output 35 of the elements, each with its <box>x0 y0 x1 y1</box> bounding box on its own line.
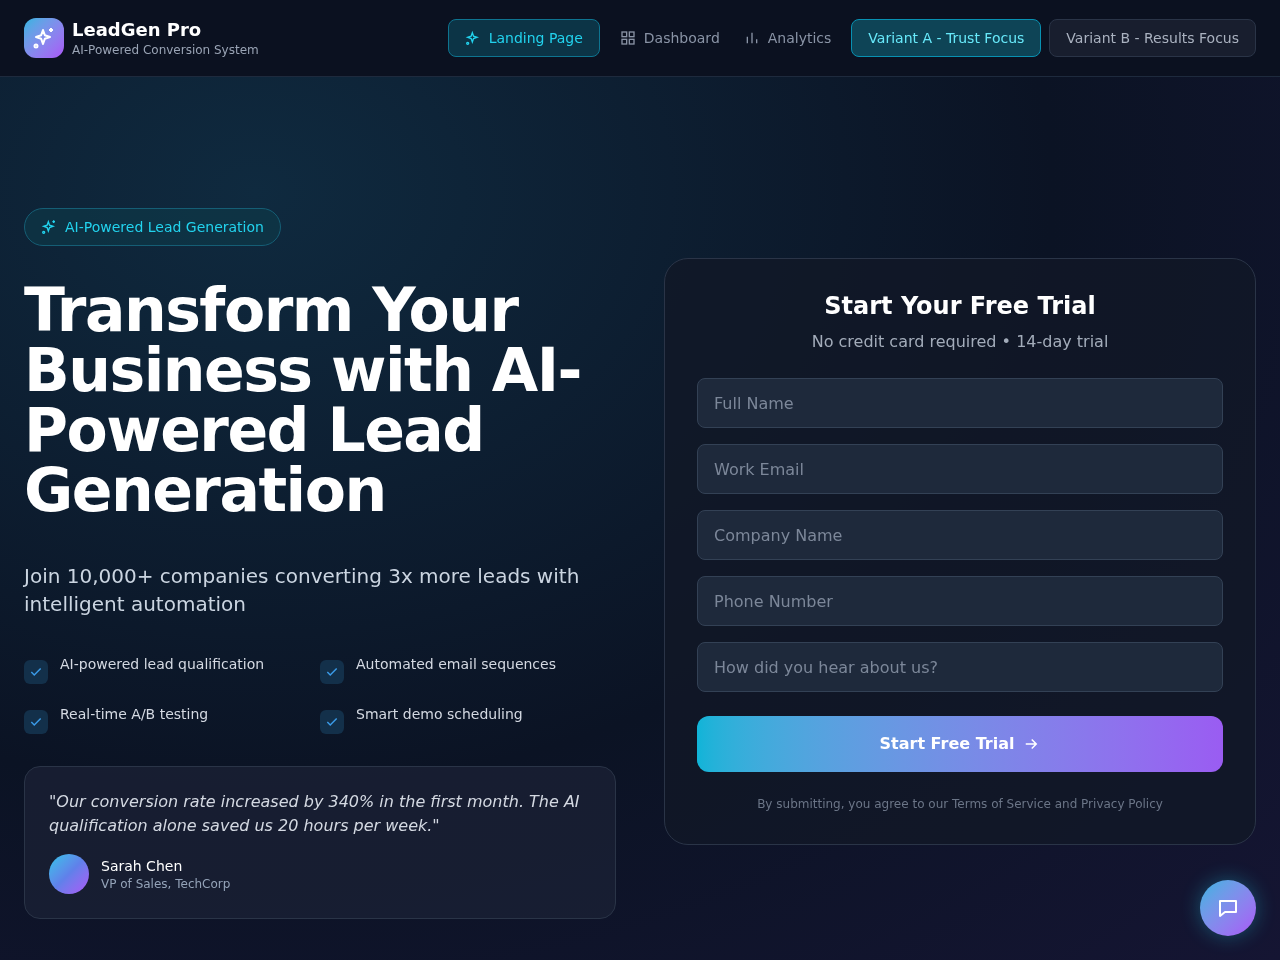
check-icon <box>320 660 344 684</box>
avatar <box>49 854 89 894</box>
feature-text: Automated email sequences <box>356 655 556 674</box>
brand-name: LeadGen Pro <box>72 18 203 42</box>
feature-text: AI-powered lead qualification <box>60 655 265 674</box>
grid-icon <box>619 30 636 46</box>
feature-text: Smart demo scheduling <box>356 705 523 724</box>
hero-title: Transform Your Business with AI-Powered Lead Generation <box>24 280 582 520</box>
testimonial-quote: "Our conversion rate increased by 340% in the first month. The AI qualification alone saved us 20 hours per week." <box>49 791 581 837</box>
check-icon <box>320 710 344 734</box>
author-name: Sarah Chen <box>101 857 184 876</box>
variant-button[interactable]: Variant A - Trust Focus <box>851 19 1042 57</box>
sparkle-icon <box>464 30 481 46</box>
input-field[interactable]: Company Name <box>697 510 1223 560</box>
form-subtitle: No credit card required • 14-day trial <box>810 331 1110 353</box>
input-field[interactable]: Phone Number <box>697 576 1223 626</box>
nav-tab[interactable]: Dashboard <box>615 19 724 57</box>
nav-tab[interactable]: Landing Page <box>447 19 600 57</box>
input-field[interactable]: How did you hear about us? <box>697 642 1223 692</box>
input-field[interactable]: Work Email <box>697 444 1223 494</box>
feature-text: Real-time A/B testing <box>60 705 209 724</box>
form-title: Start Your Free Trial <box>823 291 1097 322</box>
hero-badge: AI-Powered Lead Generation <box>24 208 281 246</box>
input-field[interactable]: Full Name <box>697 378 1223 428</box>
nav-tab[interactable]: Analytics <box>739 19 836 57</box>
sparkle-icon <box>41 219 57 235</box>
author-role: VP of Sales, TechCorp <box>101 876 231 892</box>
check-icon <box>24 660 48 684</box>
chat-button[interactable] <box>1200 880 1256 936</box>
logo-icon <box>24 18 64 58</box>
brand-tagline: AI-Powered Conversion System <box>72 42 259 58</box>
legal-notice: By submitting, you agree to our Terms of Service and Privacy Policy <box>756 796 1164 812</box>
check-icon <box>24 710 48 734</box>
variant-button[interactable]: Variant B - Results Focus <box>1049 19 1256 57</box>
hero-subtitle: Join 10,000+ companies converting 3x more leads with intelligent automation <box>24 563 581 618</box>
